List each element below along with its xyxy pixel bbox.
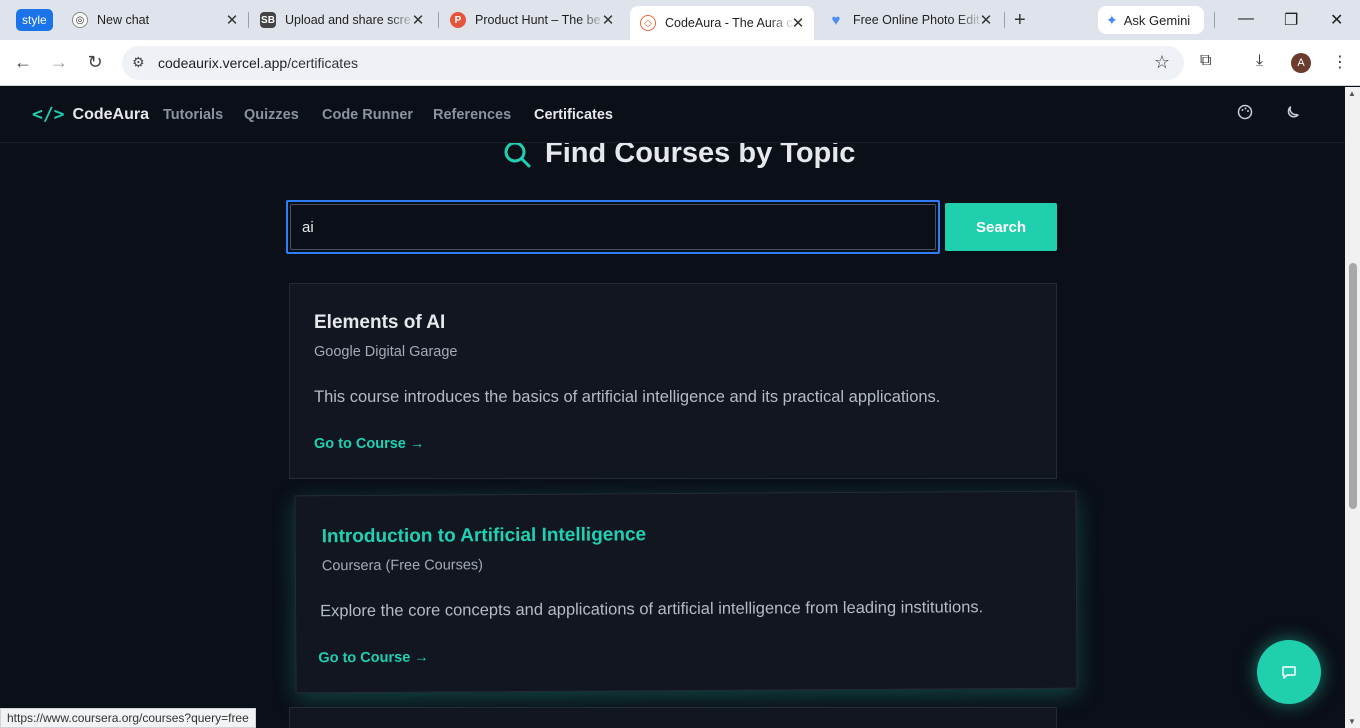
close-icon[interactable]: ✕ — [790, 14, 806, 32]
course-title: Introduction to Artificial Intelligence — [321, 524, 647, 548]
url-host: codeaurix.vercel.app — [158, 55, 288, 71]
course-card — [289, 707, 1057, 728]
go-to-course-link[interactable]: Go to Course → — [314, 436, 424, 452]
search-input[interactable] — [288, 202, 938, 252]
scroll-up-icon[interactable]: ▲ — [1348, 89, 1356, 98]
link-status-bar: https://www.coursera.org/courses?query=f… — [0, 708, 256, 728]
chat-button[interactable] — [1257, 640, 1321, 704]
avatar[interactable]: A — [1291, 53, 1311, 73]
browser-toolbar: ← → ↻ ⚙ codeaurix.vercel.app/certificate… — [0, 40, 1360, 86]
nav-certificates[interactable]: Certificates — [534, 107, 613, 123]
course-provider: Coursera (Free Courses) — [321, 557, 484, 575]
close-window-button[interactable]: ✕ — [1330, 10, 1343, 30]
forward-button[interactable]: → — [48, 52, 70, 73]
heart-icon: ♥ — [831, 11, 841, 29]
ask-gemini-button[interactable]: ✦ Ask Gemini — [1098, 6, 1204, 34]
tab-product-hunt[interactable]: P Product Hunt – The be ✕ — [450, 6, 616, 34]
chatgpt-icon: ◎ — [72, 12, 88, 28]
reload-button[interactable]: ↻ — [84, 52, 106, 73]
course-description: Explore the core concepts and applicatio… — [320, 598, 984, 621]
download-icon[interactable]: ⤓ — [1256, 52, 1263, 70]
tab-photo-editor[interactable]: ♥ Free Online Photo Edit ✕ — [828, 6, 994, 34]
course-provider: Google Digital Garage — [314, 344, 458, 360]
go-to-course-link[interactable]: Go to Course → — [318, 650, 428, 667]
gemini-sparkle-icon: ✦ — [1106, 11, 1118, 28]
course-title: Elements of AI — [314, 312, 446, 333]
moon-icon[interactable] — [1285, 104, 1301, 125]
product-hunt-icon: P — [450, 12, 466, 28]
tab-group-chip[interactable]: style — [16, 9, 53, 31]
back-button[interactable]: ← — [12, 52, 34, 73]
search-field[interactable] — [286, 200, 940, 254]
browser-tab-strip: style ◎ New chat ✕ SB Upload and share s… — [0, 0, 1360, 40]
lens-search-icon[interactable]: ⧉ — [1200, 52, 1211, 70]
page-content: </> CodeAura Tutorials Quizzes Code Runn… — [0, 87, 1345, 728]
search-button[interactable]: Search — [945, 203, 1057, 251]
scrollbar-thumb[interactable] — [1349, 263, 1357, 509]
nav-references[interactable]: References — [433, 107, 511, 123]
screenshot-site-icon: SB — [260, 12, 276, 28]
page-scrollbar[interactable]: ▲ ▼ — [1345, 87, 1360, 728]
code-brackets-icon: </> — [32, 104, 65, 125]
course-description: This course introduces the basics of art… — [314, 388, 941, 406]
site-info-icon[interactable]: ⚙ — [132, 54, 145, 71]
restore-button[interactable]: ❐ — [1284, 10, 1298, 30]
close-icon[interactable]: ✕ — [600, 11, 616, 29]
course-card: Elements of AI Google Digital Garage Thi… — [289, 283, 1057, 479]
tab-upload-share[interactable]: SB Upload and share scre ✕ — [260, 6, 426, 34]
menu-kebab-icon[interactable]: ⋮ — [1332, 52, 1348, 72]
course-card: Introduction to Artificial Intelligence … — [294, 490, 1078, 694]
brand-logo[interactable]: </> CodeAura — [32, 104, 149, 125]
close-icon[interactable]: ✕ — [224, 11, 240, 29]
tab-new-chat[interactable]: ◎ New chat ✕ — [72, 6, 240, 34]
site-navbar: </> CodeAura Tutorials Quizzes Code Runn… — [0, 87, 1345, 143]
close-icon[interactable]: ✕ — [410, 11, 426, 29]
close-icon[interactable]: ✕ — [978, 11, 994, 29]
nav-tutorials[interactable]: Tutorials — [163, 107, 223, 123]
nav-quizzes[interactable]: Quizzes — [244, 107, 299, 123]
nav-code-runner[interactable]: Code Runner — [322, 107, 413, 123]
palette-icon[interactable] — [1237, 104, 1253, 125]
new-tab-button[interactable]: + — [1014, 9, 1026, 32]
search-icon — [504, 141, 531, 167]
url-path: /certificates — [287, 55, 358, 71]
scroll-down-icon[interactable]: ▼ — [1348, 717, 1356, 726]
chat-bubble-icon — [1282, 666, 1296, 679]
codeaura-favicon-icon: ◇ — [640, 15, 656, 31]
bookmark-star-icon[interactable]: ☆ — [1154, 52, 1170, 73]
tab-codeaura[interactable]: ◇ CodeAura - The Aura c ✕ — [630, 6, 814, 40]
address-bar[interactable]: ⚙ codeaurix.vercel.app/certificates ☆ — [122, 46, 1184, 80]
minimize-button[interactable]: — — [1238, 10, 1254, 28]
